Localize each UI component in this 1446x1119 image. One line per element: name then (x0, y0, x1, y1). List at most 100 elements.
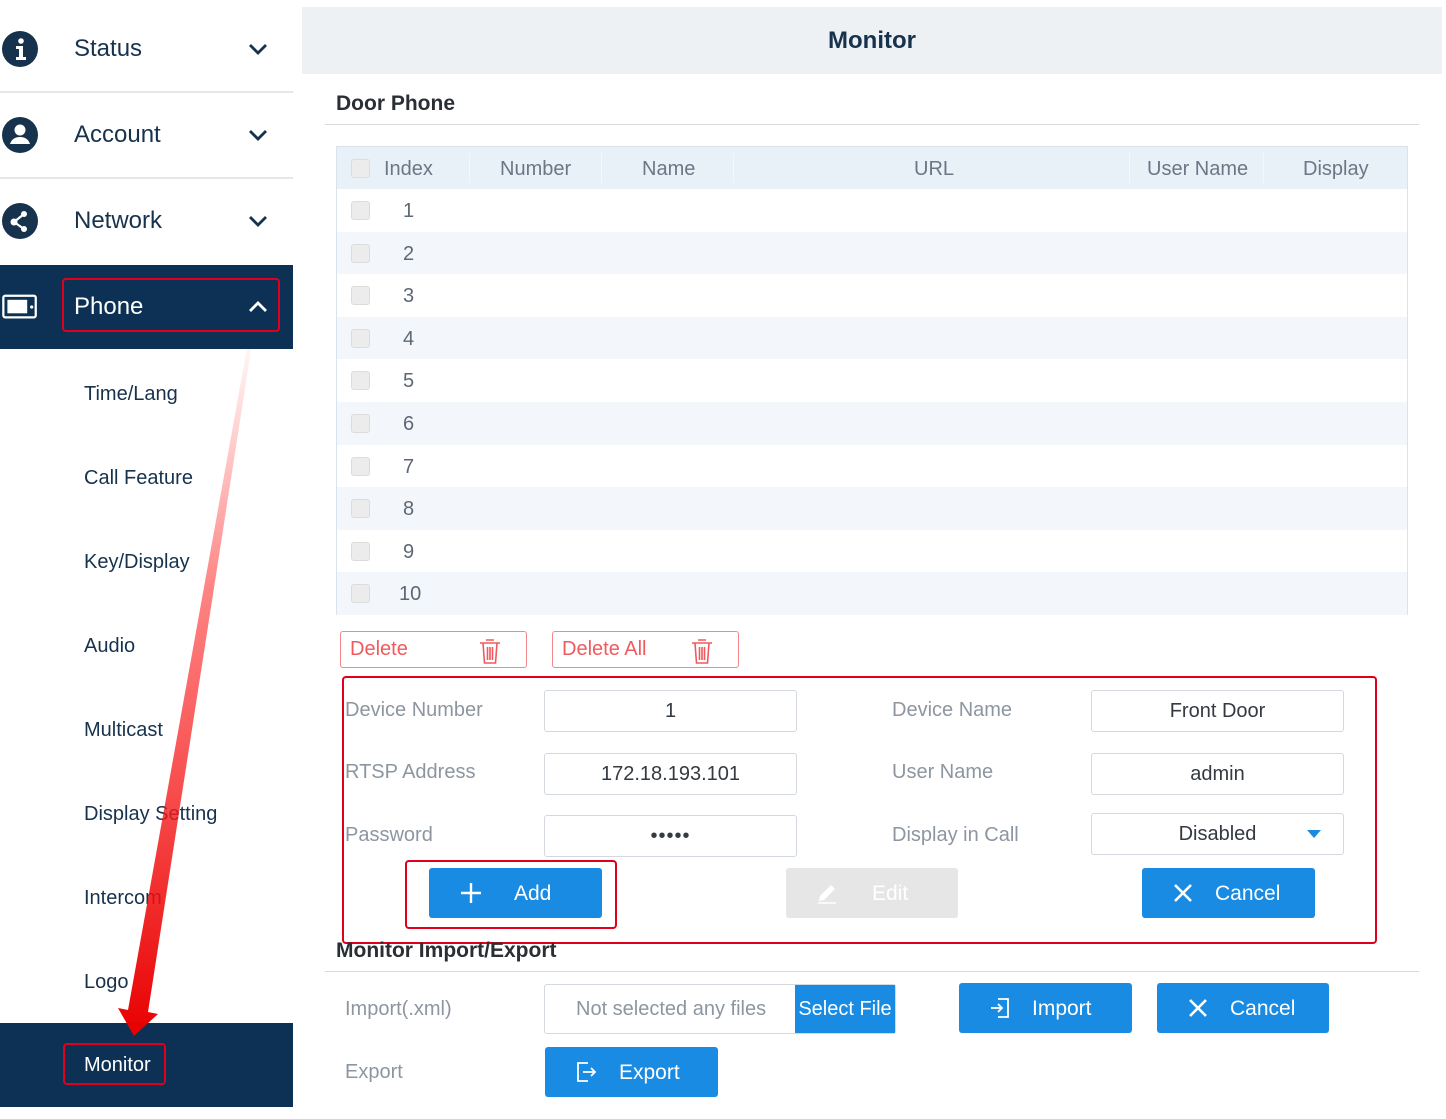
trash-icon (480, 639, 500, 664)
display-in-call-value: Disabled (1178, 822, 1257, 845)
nav-account[interactable]: Account (0, 92, 293, 178)
close-icon (1174, 884, 1192, 902)
import-export-title: Monitor Import/Export (336, 939, 557, 962)
import-button-label: Import (1032, 997, 1092, 1020)
file-input[interactable]: Not selected any files Select File (544, 984, 896, 1034)
row-checkbox[interactable] (351, 414, 370, 433)
nav-status[interactable]: Status (0, 6, 293, 92)
import-cancel-button[interactable]: Cancel (1157, 983, 1329, 1033)
rtsp-address-input[interactable]: 172.18.193.101 (544, 753, 797, 795)
export-button-label: Export (619, 1061, 680, 1084)
row-checkbox[interactable] (351, 328, 370, 348)
section-divider (325, 971, 1419, 972)
select-file-button[interactable]: Select File (795, 985, 895, 1033)
row-index: 10 (399, 583, 422, 606)
sub-item-display-setting[interactable]: Display Setting (84, 803, 217, 826)
row-index: 3 (403, 285, 415, 308)
row-index: 4 (403, 327, 415, 350)
column-header-url[interactable]: URL (914, 158, 954, 181)
column-divider (733, 153, 734, 183)
pencil-icon (818, 885, 836, 904)
door-phone-title: Door Phone (336, 92, 455, 115)
column-header-index[interactable]: Index (384, 158, 433, 181)
sub-item-time-lang[interactable]: Time/Lang (84, 383, 178, 406)
delete-button-label: Delete (350, 638, 408, 660)
rtsp-address-label: RTSP Address (345, 761, 476, 783)
sub-item-logo[interactable]: Logo (84, 971, 129, 994)
password-value: ••••• (650, 824, 691, 847)
row-index: 8 (403, 498, 415, 521)
row-checkbox[interactable] (351, 371, 370, 391)
edit-button[interactable]: Edit (786, 868, 958, 918)
export-button[interactable]: Export (545, 1047, 718, 1097)
column-divider (601, 153, 602, 183)
column-header-name[interactable]: Name (642, 158, 695, 181)
page-header: Monitor (302, 7, 1442, 74)
sub-item-intercom[interactable]: Intercom (84, 887, 162, 910)
display-in-call-select[interactable]: Disabled (1091, 813, 1344, 855)
table-row[interactable]: 8 (337, 487, 1407, 530)
network-icon (2, 203, 38, 239)
nav-network[interactable]: Network (0, 178, 293, 264)
row-checkbox[interactable] (351, 201, 370, 220)
row-index: 9 (403, 540, 415, 563)
column-header-display[interactable]: Display (1303, 158, 1369, 181)
monitor-highlight-box (63, 1043, 166, 1085)
add-highlight-box (405, 860, 617, 929)
password-label: Password (345, 824, 433, 846)
delete-all-button[interactable]: Delete All (552, 631, 739, 668)
delete-button[interactable]: Delete (340, 631, 527, 668)
password-input[interactable]: ••••• (544, 815, 797, 857)
sub-item-audio[interactable]: Audio (84, 635, 135, 658)
dropdown-caret-icon (1307, 830, 1321, 838)
row-checkbox[interactable] (351, 456, 370, 476)
device-number-label: Device Number (345, 699, 483, 721)
column-divider (469, 153, 470, 183)
row-checkbox[interactable] (351, 286, 370, 306)
row-index: 1 (403, 200, 415, 222)
import-icon (991, 998, 1009, 1018)
user-name-label: User Name (892, 761, 994, 783)
phone-highlight-box (62, 278, 280, 332)
nav-account-label: Account (74, 121, 161, 148)
column-header-number[interactable]: Number (500, 158, 571, 181)
sub-item-call-feature[interactable]: Call Feature (84, 467, 193, 490)
table-header: Index Number Name URL User Name Display (337, 147, 1407, 189)
form-cancel-button-label: Cancel (1215, 882, 1281, 905)
table-row[interactable]: 10 (337, 572, 1407, 615)
row-checkbox[interactable] (351, 243, 370, 263)
import-button[interactable]: Import (959, 983, 1132, 1033)
table-row[interactable]: 2 (337, 231, 1407, 275)
table-row[interactable]: 3 (337, 274, 1407, 317)
device-number-input[interactable]: 1 (544, 690, 797, 732)
table-row[interactable]: 9 (337, 529, 1407, 573)
row-checkbox[interactable] (351, 541, 370, 561)
row-checkbox[interactable] (351, 584, 370, 604)
row-checkbox[interactable] (351, 499, 370, 519)
device-name-label: Device Name (892, 699, 1013, 721)
select-all-checkbox[interactable] (351, 159, 370, 178)
device-name-input[interactable]: Front Door (1091, 690, 1344, 732)
column-divider (1129, 153, 1130, 183)
phone-screen-icon (2, 289, 38, 325)
user-name-input[interactable]: admin (1091, 753, 1344, 795)
import-cancel-button-label: Cancel (1230, 997, 1296, 1020)
table-row[interactable]: 1 (337, 189, 1407, 232)
sub-item-multicast[interactable]: Multicast (84, 719, 163, 742)
user-name-value: admin (1190, 762, 1245, 785)
sub-item-key-display[interactable]: Key/Display (84, 551, 190, 574)
row-index: 6 (403, 413, 415, 435)
table-row[interactable]: 5 (337, 359, 1407, 402)
table-row[interactable]: 4 (337, 316, 1407, 360)
device-name-value: Front Door (1169, 699, 1266, 722)
chevron-down-icon (249, 216, 267, 227)
rtsp-address-value: 172.18.193.101 (600, 762, 741, 785)
sidebar: Status Account Network Phone Time/Lang C… (0, 0, 293, 1119)
table-row[interactable]: 6 (337, 402, 1407, 445)
info-icon (2, 31, 38, 67)
export-label: Export (345, 1061, 403, 1083)
column-header-user-name[interactable]: User Name (1147, 158, 1248, 181)
table-row[interactable]: 7 (337, 444, 1407, 488)
form-cancel-button[interactable]: Cancel (1142, 868, 1315, 918)
column-divider (1263, 153, 1264, 183)
